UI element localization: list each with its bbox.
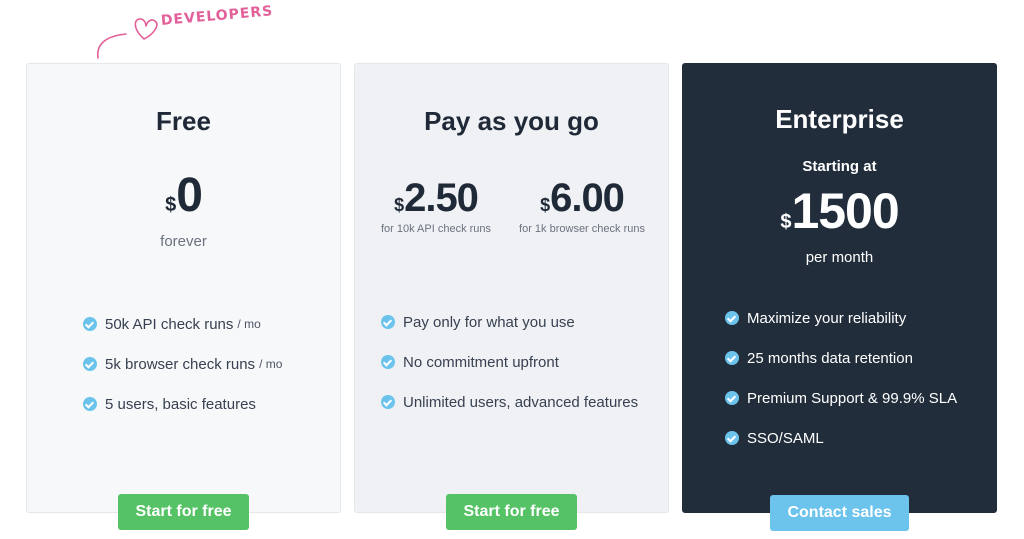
feature-text: 5k browser check runs: [105, 355, 256, 373]
currency-symbol: $: [540, 195, 551, 215]
feature-text: Premium Support & 99.9% SLA: [747, 389, 958, 407]
developers-badge: DEVELOPERS: [92, 3, 282, 62]
feature-unit: / mo: [237, 317, 261, 331]
currency-symbol: $: [394, 195, 405, 215]
feature-item: 25 months data retention: [725, 338, 957, 378]
price-amount: 1500: [791, 183, 899, 239]
feature-item: No commitment upfront: [381, 342, 638, 382]
check-circle-icon: [381, 355, 395, 369]
feature-text: No commitment upfront: [403, 353, 559, 371]
price-amount: 6.00: [550, 176, 625, 220]
price-note: for 10k API check runs: [380, 223, 492, 235]
feature-text: 25 months data retention: [747, 349, 913, 367]
check-circle-icon: [381, 395, 395, 409]
plan-title: Pay as you go: [424, 106, 599, 136]
price-period: forever: [160, 233, 207, 250]
feature-list: Maximize your reliability 25 months data…: [725, 298, 957, 458]
feature-item: SSO/SAML: [725, 418, 957, 458]
feature-text: 50k API check runs: [105, 315, 234, 333]
plan-card-enterprise: Enterprise Starting at $1500 per month M…: [682, 63, 997, 513]
plan-title: Enterprise: [775, 104, 904, 134]
plan-price: $1500: [683, 182, 996, 240]
heart-icon: [134, 18, 158, 40]
feature-text: Pay only for what you use: [403, 313, 575, 331]
price-period: per month: [805, 249, 874, 266]
feature-list: Pay only for what you use No commitment …: [381, 302, 638, 422]
pricing-section: DEVELOPERS Free $0 forever 50k API check…: [0, 0, 1024, 539]
currency-symbol: $: [780, 211, 792, 233]
check-circle-icon: [725, 431, 739, 445]
plan-price-browser: $6.00 for 1k browser check runs: [507, 176, 657, 235]
price-amount: 0: [176, 169, 203, 222]
check-circle-icon: [83, 397, 97, 411]
feature-text: SSO/SAML: [747, 429, 824, 447]
check-circle-icon: [725, 311, 739, 325]
plan-title: Free: [156, 106, 211, 136]
feature-text: Maximize your reliability: [747, 309, 907, 327]
contact-sales-button[interactable]: Contact sales: [770, 495, 909, 531]
feature-unit: / mo: [259, 357, 283, 371]
check-circle-icon: [83, 317, 97, 331]
plan-price: $0: [27, 168, 340, 223]
feature-text: 5 users, basic features: [105, 395, 256, 413]
feature-item: 5 users, basic features: [83, 384, 282, 424]
plan-card-free: Free $0 forever 50k API check runs / mo …: [26, 63, 341, 513]
feature-item: 5k browser check runs / mo: [83, 344, 282, 384]
price-amount: 2.50: [404, 176, 479, 220]
plan-price-api: $2.50 for 10k API check runs: [369, 176, 503, 235]
feature-text: Unlimited users, advanced features: [403, 393, 639, 411]
check-circle-icon: [725, 351, 739, 365]
feature-item: Premium Support & 99.9% SLA: [725, 378, 957, 418]
check-circle-icon: [381, 315, 395, 329]
feature-item: Maximize your reliability: [725, 298, 957, 338]
start-for-free-payg-button[interactable]: Start for free: [446, 494, 577, 530]
plan-card-pay-as-you-go: Pay as you go $2.50 for 10k API check ru…: [354, 63, 669, 513]
starting-at-label: Starting at: [802, 158, 877, 175]
feature-item: Pay only for what you use: [381, 302, 638, 342]
start-for-free-button[interactable]: Start for free: [118, 494, 249, 530]
check-circle-icon: [725, 391, 739, 405]
currency-symbol: $: [165, 194, 177, 216]
feature-item: 50k API check runs / mo: [83, 304, 282, 344]
feature-list: 50k API check runs / mo 5k browser check…: [83, 304, 282, 424]
price-note: for 1k browser check runs: [519, 223, 645, 235]
check-circle-icon: [83, 357, 97, 371]
feature-item: Unlimited users, advanced features: [381, 382, 638, 422]
